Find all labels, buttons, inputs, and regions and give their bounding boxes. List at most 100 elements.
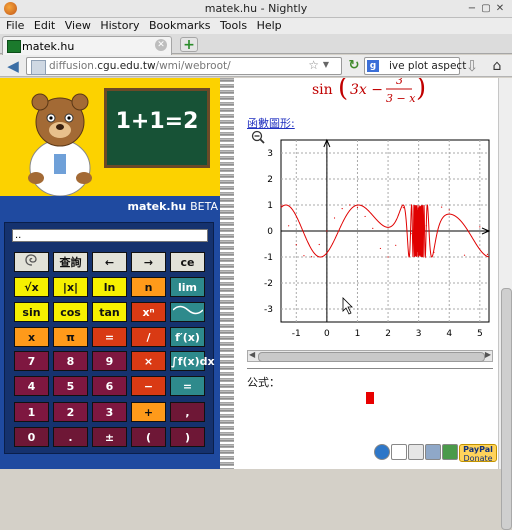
- y-tick-label: -3: [264, 305, 273, 315]
- calc-key[interactable]: f′(x): [170, 327, 205, 347]
- url-dropdown-icon[interactable]: ▼: [323, 60, 329, 69]
- maximize-icon[interactable]: ▢: [480, 3, 492, 15]
- data-point: [395, 244, 397, 246]
- y-tick-label: -2: [264, 279, 273, 289]
- menu-file[interactable]: File: [6, 18, 24, 34]
- menu-edit[interactable]: Edit: [34, 18, 55, 34]
- calc-key[interactable]: √x: [14, 277, 49, 297]
- calc-key[interactable]: ): [170, 427, 205, 447]
- download-arrow-icon[interactable]: ⇩: [465, 57, 479, 75]
- tab-matek[interactable]: matek.hu ✕: [2, 36, 172, 55]
- search-input[interactable]: ive plot aspect: [389, 60, 466, 72]
- y-tick-label: 3: [267, 149, 273, 159]
- url-bar[interactable]: diffusion.cgu.edu.tw/wmi/webroot/ ☆ ▼: [26, 57, 342, 75]
- calc-key[interactable]: cos: [53, 302, 88, 322]
- menu-tools[interactable]: Tools: [220, 18, 247, 34]
- reload-icon[interactable]: ↻: [346, 57, 362, 75]
- function-plot[interactable]: -1 0 1 2 3 4 5 -3 -2 -1 0 1 2 3: [247, 130, 493, 350]
- scroll-right-icon[interactable]: ▶: [485, 350, 491, 359]
- calc-key[interactable]: 8: [53, 351, 88, 371]
- home-icon[interactable]: ⌂: [488, 57, 506, 75]
- minimize-icon[interactable]: −: [466, 3, 478, 15]
- calc-key[interactable]: ce: [170, 252, 205, 272]
- x-tick-label: -1: [292, 329, 301, 339]
- calc-key[interactable]: /: [131, 327, 166, 347]
- search-engine-icon[interactable]: g: [367, 60, 379, 72]
- calc-key[interactable]: 6: [92, 376, 127, 396]
- data-point: [479, 226, 481, 228]
- calc-key[interactable]: 1: [14, 402, 49, 422]
- calc-key[interactable]: ,: [170, 402, 205, 422]
- calc-key[interactable]: x: [14, 327, 49, 347]
- menu-bar: File Edit View History Bookmarks Tools H…: [0, 18, 512, 34]
- data-point: [349, 204, 351, 206]
- search-bar[interactable]: g ive plot aspect: [364, 57, 466, 75]
- calc-key[interactable]: 3: [92, 402, 127, 422]
- x-tick-label: 5: [477, 329, 483, 339]
- back-arrow-icon[interactable]: ◀: [4, 57, 22, 75]
- calc-key[interactable]: ln: [92, 277, 127, 297]
- calc-key[interactable]: →: [131, 252, 166, 272]
- calc-key[interactable]: ∫f(x)dx: [170, 351, 215, 371]
- calc-key[interactable]: ←: [92, 252, 127, 272]
- close-icon[interactable]: ✕: [494, 3, 506, 15]
- menu-help[interactable]: Help: [257, 18, 282, 34]
- calc-key[interactable]: 查詢: [53, 252, 88, 272]
- site-identity-icon[interactable]: [31, 60, 46, 75]
- calc-key[interactable]: −: [131, 376, 166, 396]
- vertical-scroll-thumb[interactable]: [501, 288, 512, 530]
- function-graph-link[interactable]: 函數圖形:: [247, 115, 295, 131]
- calc-key[interactable]: 9: [92, 351, 127, 371]
- new-document-icon[interactable]: [391, 444, 407, 460]
- horizontal-scroll-thumb[interactable]: [258, 352, 485, 362]
- print-icon[interactable]: [425, 444, 441, 460]
- refresh-tool-icon[interactable]: [374, 444, 390, 460]
- tab-title: matek.hu: [22, 40, 75, 53]
- calc-key[interactable]: xⁿ: [131, 302, 166, 322]
- horizontal-scrollbar[interactable]: ◀ ▶: [247, 350, 493, 362]
- calc-key[interactable]: sin: [14, 302, 49, 322]
- calc-key[interactable]: |x|: [53, 277, 88, 297]
- formula-input-cursor[interactable]: [366, 392, 374, 404]
- data-point: [326, 230, 328, 232]
- calc-key[interactable]: tan: [92, 302, 127, 322]
- calc-key[interactable]: ±: [92, 427, 127, 447]
- formula-denominator: 3 − x: [386, 92, 416, 105]
- calc-key[interactable]: (: [131, 427, 166, 447]
- data-point: [433, 251, 435, 253]
- zoom-out-icon[interactable]: [251, 130, 265, 144]
- calc-key[interactable]: π: [53, 327, 88, 347]
- data-point: [379, 247, 382, 250]
- calc-key[interactable]: +: [131, 402, 166, 422]
- calc-key[interactable]: 7: [14, 351, 49, 371]
- calc-key-wave-icon[interactable]: [170, 302, 205, 322]
- calculator-display[interactable]: ..: [12, 229, 208, 242]
- bookmark-star-icon[interactable]: ☆: [308, 58, 319, 72]
- data-point: [303, 255, 305, 257]
- calc-key[interactable]: lim aₙ: [170, 277, 205, 313]
- formula-arg: 3x −: [350, 82, 383, 98]
- menu-view[interactable]: View: [65, 18, 91, 34]
- paypal-donate-button[interactable]: PayPal Donate: [459, 444, 497, 463]
- new-tab-button[interactable]: +: [180, 37, 198, 52]
- calc-key[interactable]: 4: [14, 376, 49, 396]
- calc-key[interactable]: ×: [131, 351, 166, 371]
- calc-key[interactable]: 5: [53, 376, 88, 396]
- tab-close-icon[interactable]: ✕: [155, 39, 167, 51]
- book-icon[interactable]: [442, 444, 458, 460]
- calc-key[interactable]: 0: [14, 427, 49, 447]
- calc-key-snail-icon[interactable]: [14, 252, 49, 272]
- calc-key[interactable]: 2: [53, 402, 88, 422]
- calc-key[interactable]: =: [170, 376, 205, 396]
- scroll-left-icon[interactable]: ◀: [249, 350, 255, 359]
- copy-icon[interactable]: [408, 444, 424, 460]
- favicon-icon: [7, 40, 21, 53]
- menu-history[interactable]: History: [100, 18, 139, 34]
- spiral-binding: [220, 78, 234, 469]
- calc-key[interactable]: .: [53, 427, 88, 447]
- menu-bookmarks[interactable]: Bookmarks: [149, 18, 210, 34]
- page-vertical-scrollbar[interactable]: [498, 78, 512, 530]
- calc-key[interactable]: =: [92, 327, 127, 347]
- data-point: [410, 233, 412, 235]
- calc-key[interactable]: n: [131, 277, 166, 297]
